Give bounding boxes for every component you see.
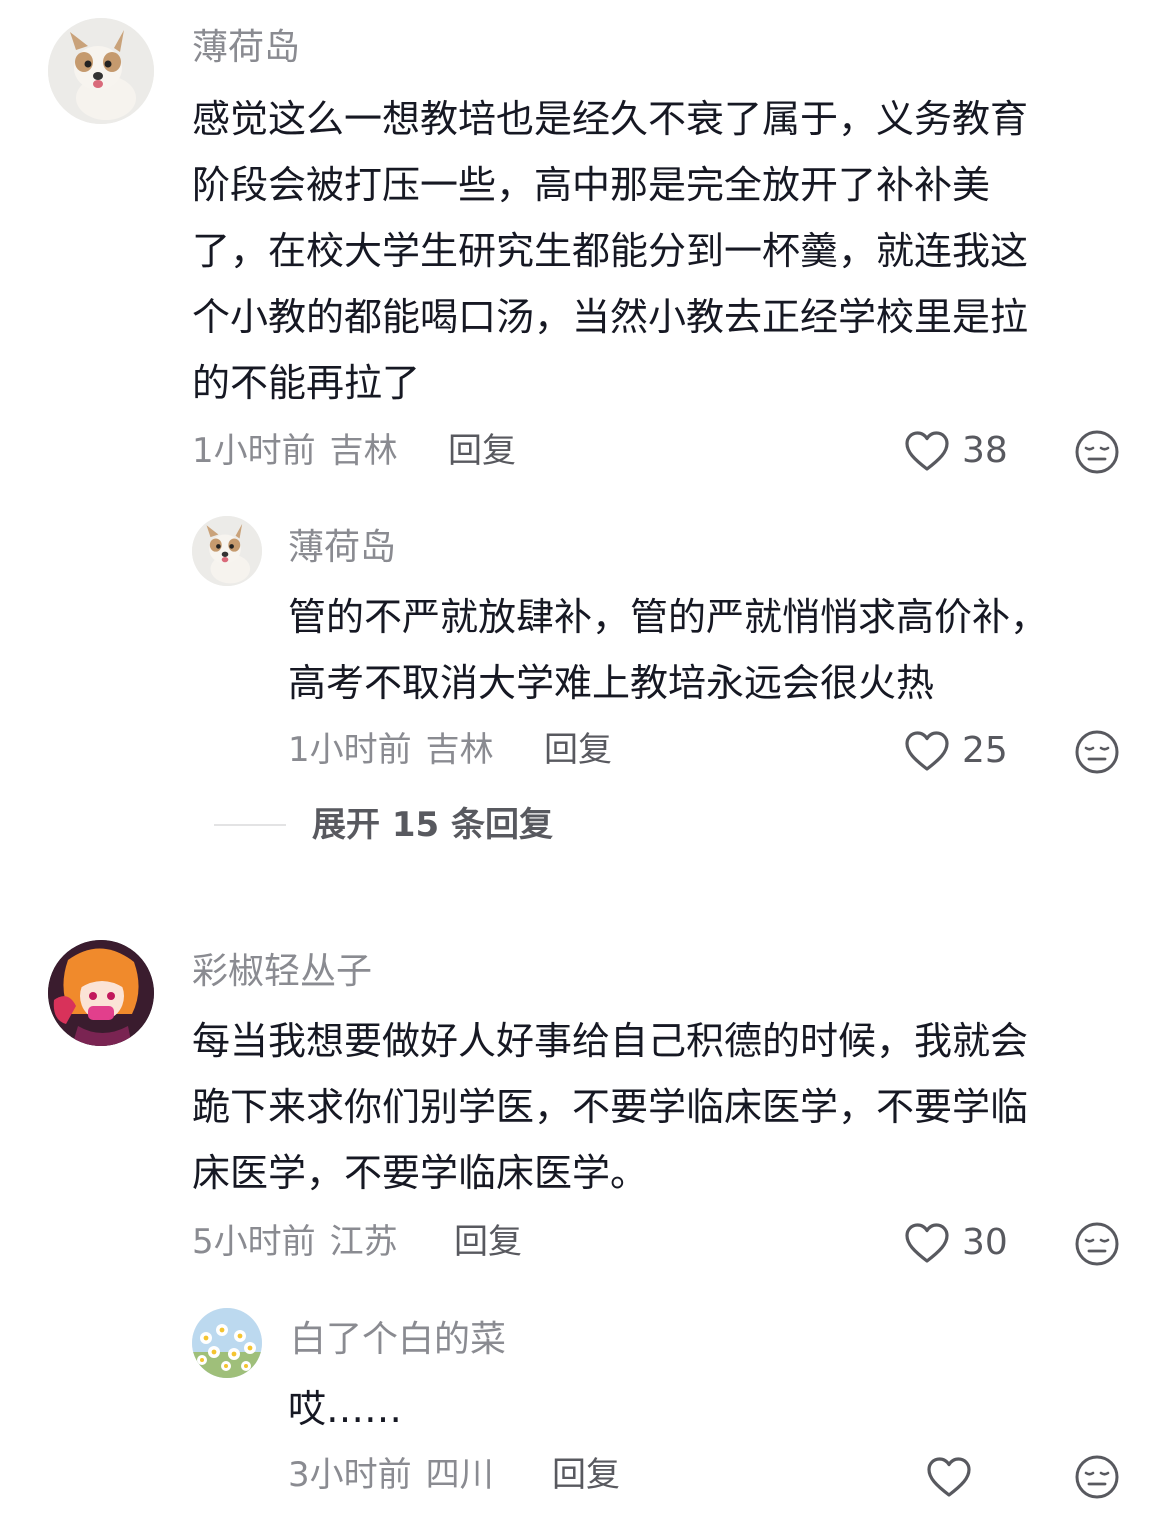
username[interactable]: 薄荷岛 bbox=[192, 30, 300, 66]
divider bbox=[214, 824, 286, 826]
comment-line: 阶段会被打压一些，高中那是完全放开了补补美 bbox=[192, 163, 991, 207]
comment-line: 的不能再拉了 bbox=[192, 361, 421, 405]
comment-meta: 5小时前 江苏 bbox=[192, 1225, 398, 1259]
comment-line: 床医学，不要学临床医学。 bbox=[192, 1151, 649, 1195]
like-button[interactable] bbox=[926, 1456, 984, 1498]
meh-face-icon bbox=[1075, 430, 1119, 474]
heart-outline-icon bbox=[905, 731, 949, 771]
location: 吉林 bbox=[329, 431, 398, 471]
meh-face-icon bbox=[1075, 730, 1119, 774]
reply-button[interactable]: 回复 bbox=[552, 1458, 620, 1492]
comment-line: 高考不取消大学难上教培永远会很火热 bbox=[288, 661, 935, 705]
comment-meta: 3小时前 四川 bbox=[288, 1458, 494, 1492]
comment-line: 哎…… bbox=[288, 1387, 403, 1431]
expand-replies-label: 展开 15 条回复 bbox=[312, 805, 553, 845]
reply-button[interactable]: 回复 bbox=[454, 1225, 522, 1259]
daisy-avatar-image bbox=[192, 1308, 262, 1378]
comment-line: 每当我想要做好人好事给自己积德的时候，我就会 bbox=[192, 1019, 1029, 1063]
dislike-button[interactable] bbox=[1074, 429, 1120, 475]
chihuahua-avatar-image bbox=[48, 18, 154, 124]
comment-text: 感觉这么一想教培也是经久不衰了属于，义务教育 阶段会被打压一些，高中那是完全放开… bbox=[192, 86, 1132, 416]
dislike-button[interactable] bbox=[1074, 1454, 1120, 1500]
avatar[interactable] bbox=[192, 516, 262, 586]
heart-outline-icon bbox=[905, 1223, 949, 1263]
comment-text: 哎…… bbox=[288, 1376, 1128, 1442]
like-button[interactable]: 25 bbox=[904, 730, 1008, 772]
dislike-button[interactable] bbox=[1074, 1221, 1120, 1267]
chihuahua-avatar-image bbox=[192, 516, 262, 586]
timestamp: 1小时前 bbox=[192, 431, 316, 471]
avatar[interactable] bbox=[48, 940, 154, 1046]
reply-button[interactable]: 回复 bbox=[448, 434, 516, 468]
meh-face-icon bbox=[1075, 1455, 1119, 1499]
comment-line: 了，在校大学生研究生都能分到一杯羹，就连我这 bbox=[192, 229, 1029, 273]
dislike-button[interactable] bbox=[1074, 729, 1120, 775]
username[interactable]: 薄荷岛 bbox=[288, 530, 396, 566]
heart-outline-icon bbox=[927, 1457, 971, 1497]
timestamp: 5小时前 bbox=[192, 1222, 316, 1262]
reply-button[interactable]: 回复 bbox=[544, 733, 612, 767]
comment-line: 感觉这么一想教培也是经久不衰了属于，义务教育 bbox=[192, 97, 1029, 141]
location: 江苏 bbox=[329, 1222, 398, 1262]
timestamp: 1小时前 bbox=[288, 730, 412, 770]
avatar[interactable] bbox=[192, 1308, 262, 1378]
comment-meta: 1小时前 吉林 bbox=[192, 434, 398, 468]
username[interactable]: 彩椒轻丛子 bbox=[192, 954, 372, 990]
like-button[interactable]: 38 bbox=[904, 430, 1008, 472]
heart-outline-icon bbox=[905, 431, 949, 471]
like-count: 30 bbox=[962, 1222, 1008, 1263]
timestamp: 3小时前 bbox=[288, 1455, 412, 1495]
comment-line: 跪下来求你们别学医，不要学临床医学，不要学临 bbox=[192, 1085, 1029, 1129]
username[interactable]: 白了个白的菜 bbox=[290, 1322, 506, 1358]
comment-line: 个小教的都能喝口汤，当然小教去正经学校里是拉 bbox=[192, 295, 1029, 339]
meh-face-icon bbox=[1075, 1222, 1119, 1266]
comment-line: 管的不严就放肆补，管的严就悄悄求高价补， bbox=[288, 595, 1049, 639]
anime-avatar-image bbox=[48, 940, 154, 1046]
comment-text: 管的不严就放肆补，管的严就悄悄求高价补， 高考不取消大学难上教培永远会很火热 bbox=[288, 584, 1128, 716]
like-count: 38 bbox=[962, 430, 1008, 471]
like-count: 25 bbox=[962, 730, 1008, 771]
comment-meta: 1小时前 吉林 bbox=[288, 733, 494, 767]
like-button[interactable]: 30 bbox=[904, 1222, 1008, 1264]
location: 吉林 bbox=[425, 730, 494, 770]
comment-text: 每当我想要做好人好事给自己积德的时候，我就会 跪下来求你们别学医，不要学临床医学… bbox=[192, 1008, 1132, 1206]
location: 四川 bbox=[425, 1455, 494, 1495]
avatar[interactable] bbox=[48, 18, 154, 124]
comment-item: 薄荷岛 感觉这么一想教培也是经久不衰了属于，义务教育 阶段会被打压一些，高中那是… bbox=[0, 0, 1168, 890]
expand-replies-button[interactable]: 展开 15 条回复 bbox=[214, 808, 553, 842]
